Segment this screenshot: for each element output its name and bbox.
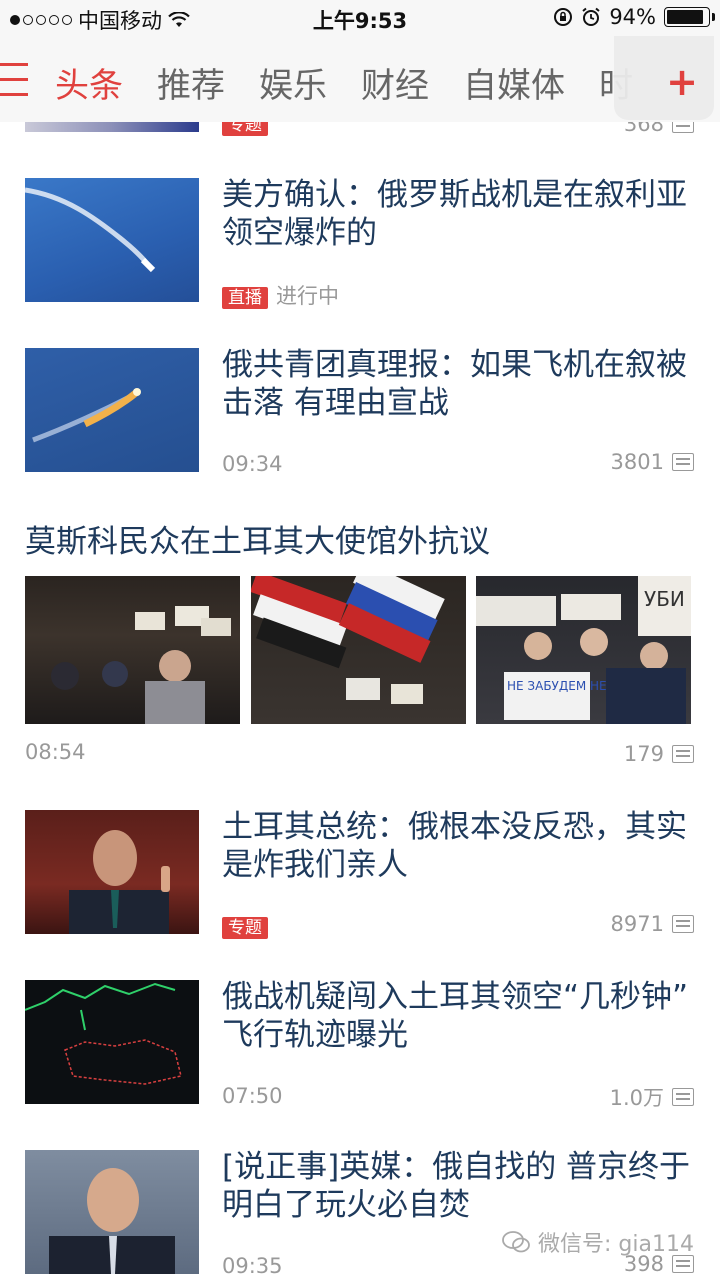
putin-photo: [49, 1168, 175, 1274]
tab-entertainment[interactable]: 娱乐: [259, 58, 327, 107]
list-item[interactable]: 俄战机疑闯入土耳其领空“几秒钟” 飞行轨迹曝光 07:50 1.0万: [0, 956, 720, 1127]
list-item[interactable]: 土耳其总统：俄根本没反恐，其实是炸我们亲人 专题 8971: [0, 786, 720, 957]
news-time: 07:50: [222, 1084, 283, 1108]
flight-path-map: [25, 982, 182, 1085]
news-image: [25, 576, 240, 724]
battery-percent: 94%: [609, 5, 656, 29]
comment-count[interactable]: 1.0万: [610, 1082, 694, 1112]
news-thumbnail: [25, 348, 199, 472]
topic-badge: 专题: [222, 917, 268, 939]
news-meta: 专题: [222, 914, 276, 939]
wechat-watermark: 微信号: gia114: [502, 1226, 694, 1258]
comment-icon: [672, 453, 694, 471]
news-title: 美方确认：俄罗斯战机是在叙利亚领空爆炸的: [222, 177, 687, 251]
news-image: УБИ НЕ ЗАБУДЕМ НЕ ПРОСТИМ: [476, 576, 691, 724]
comment-count[interactable]: 179: [624, 742, 694, 766]
channel-tabs: 头条 推荐 娱乐 财经 自媒体 时: [55, 58, 633, 107]
comment-icon: [672, 915, 694, 933]
list-item[interactable]: 俄共青团真理报：如果飞机在叙被击落 有理由宣战 09:34 3801: [0, 324, 720, 495]
status-bar: 中国移动 上午9:53 94%: [0, 0, 720, 36]
news-time: 08:54: [25, 740, 86, 764]
tab-we-media[interactable]: 自媒体: [463, 58, 565, 107]
rotation-lock-icon: [554, 8, 573, 26]
list-item[interactable]: 莫斯科民众在土耳其大使馆外抗议 УБИ НЕ ЗАБУДЕМ НЕ ПРОСТИ…: [0, 494, 720, 787]
news-title: [说正事]英媒：俄自找的 普京终于明白了玩火必自焚: [222, 1149, 691, 1223]
add-channel-overlay: [614, 36, 714, 120]
tab-headlines[interactable]: 头条: [55, 58, 123, 107]
comment-icon: [672, 1088, 694, 1106]
news-meta: 直播 进行中: [222, 280, 339, 310]
wechat-icon: [502, 1231, 530, 1253]
news-title: 莫斯科民众在土耳其大使馆外抗议: [25, 524, 490, 560]
news-title: 俄共青团真理报：如果飞机在叙被击落 有理由宣战: [222, 347, 687, 421]
comment-icon: [672, 745, 694, 763]
news-title: 俄战机疑闯入土耳其领空“几秒钟” 飞行轨迹曝光: [222, 979, 689, 1053]
svg-text:УБИ: УБИ: [644, 587, 685, 611]
president-photo: [69, 830, 170, 934]
tab-recommended[interactable]: 推荐: [157, 58, 225, 107]
live-status: 进行中: [276, 284, 339, 308]
news-thumbnail: [25, 810, 199, 934]
comment-count[interactable]: 8971: [611, 912, 694, 936]
news-image: [251, 576, 466, 724]
tab-finance[interactable]: 财经: [361, 58, 429, 107]
news-thumbnail: [25, 980, 199, 1104]
add-channel-button[interactable]: +: [666, 60, 698, 104]
channel-nav: 头条 推荐 娱乐 财经 自媒体 时 +: [0, 36, 720, 123]
comment-count[interactable]: 3801: [611, 450, 694, 474]
live-badge: 直播: [222, 287, 268, 309]
news-title: 土耳其总统：俄根本没反恐，其实是炸我们亲人: [222, 809, 687, 883]
topic-badge: 专题: [222, 122, 268, 136]
news-thumbnail: [25, 178, 199, 302]
alarm-icon: [582, 7, 600, 26]
list-item[interactable]: 专题 368: [0, 122, 720, 155]
battery-icon: [664, 7, 715, 27]
list-item[interactable]: 美方确认：俄罗斯战机是在叙利亚领空爆炸的 直播 进行中: [0, 154, 720, 325]
comment-count[interactable]: 368: [624, 122, 694, 136]
news-time: 09:34: [222, 452, 283, 476]
news-thumbnail: [25, 1150, 199, 1274]
comment-icon: [672, 122, 694, 133]
news-feed[interactable]: 专题 368 美方确认：俄罗斯战机是在叙利亚领空爆炸的 直播 进行中 俄共青团真理: [0, 122, 720, 1280]
burning-jet-image: [32, 388, 141, 443]
news-thumbnail: [25, 122, 199, 132]
news-time: 09:35: [222, 1254, 283, 1278]
jet-contrail-image: [25, 187, 156, 273]
menu-icon[interactable]: [0, 63, 28, 97]
